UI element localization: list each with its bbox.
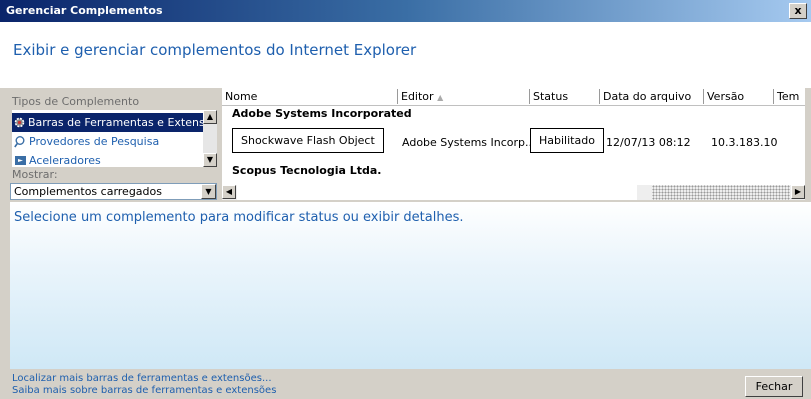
addon-type-search-providers[interactable]: Provedores de Pesquisa bbox=[12, 132, 203, 151]
group-header: Adobe Systems Incorporated bbox=[232, 107, 412, 120]
addon-type-toolbars-extensions[interactable]: Barras de Ferramentas e Extensões bbox=[12, 113, 217, 132]
addon-type-label: Provedores de Pesquisa bbox=[29, 135, 160, 148]
scroll-right-icon[interactable]: ▶ bbox=[791, 185, 805, 199]
close-icon[interactable]: x bbox=[789, 3, 807, 19]
addon-name-cell[interactable]: Shockwave Flash Object bbox=[232, 128, 384, 153]
sort-ascending-icon: ▲ bbox=[437, 93, 444, 102]
addon-date-cell: 12/07/13 08:12 bbox=[606, 136, 691, 149]
search-icon bbox=[13, 135, 27, 149]
addon-editor-cell: Adobe Systems Incorp... bbox=[402, 136, 536, 149]
group-header: Scopus Tecnologia Ltda. bbox=[232, 164, 382, 177]
addon-status-cell: Habilitado bbox=[530, 128, 604, 153]
header-panel: Exibir e gerenciar complementos do Inter… bbox=[0, 22, 811, 88]
gear-icon bbox=[13, 116, 26, 130]
scroll-up-icon[interactable]: ▲ bbox=[203, 110, 217, 124]
footer: Localizar mais barras de ferramentas e e… bbox=[0, 369, 811, 399]
show-label: Mostrar: bbox=[12, 168, 58, 181]
close-button[interactable]: Fechar bbox=[745, 376, 803, 397]
horizontal-scrollbar[interactable]: ◀ ▶ bbox=[222, 185, 805, 200]
table-header: Nome Editor ▲ Status Data do arquivo Ver… bbox=[222, 88, 805, 106]
show-filter-value: Complementos carregados bbox=[14, 185, 162, 198]
show-filter-select[interactable]: Complementos carregados ▼ bbox=[10, 183, 217, 200]
addon-types-list[interactable]: Barras de Ferramentas e Extensões Proved… bbox=[12, 110, 217, 167]
details-message: Selecione um complemento para modificar … bbox=[14, 210, 464, 225]
column-header-editor[interactable]: Editor ▲ bbox=[398, 90, 443, 103]
addons-table: Nome Editor ▲ Status Data do arquivo Ver… bbox=[222, 88, 805, 200]
column-header-status[interactable]: Status bbox=[530, 90, 568, 103]
addon-types-panel: Tipos de Complemento Barras de Ferrament… bbox=[0, 88, 222, 183]
column-header-date[interactable]: Data do arquivo bbox=[600, 90, 691, 103]
addon-type-label: Aceleradores bbox=[29, 154, 101, 167]
addon-type-label: Barras de Ferramentas e Extensões bbox=[28, 116, 217, 129]
find-more-toolbars-link[interactable]: Localizar mais barras de ferramentas e e… bbox=[12, 373, 272, 384]
addon-type-accelerators[interactable]: Aceleradores bbox=[12, 151, 203, 167]
chevron-down-icon[interactable]: ▼ bbox=[201, 184, 216, 199]
accelerator-icon bbox=[13, 154, 27, 168]
window-title: Gerenciar Complementos bbox=[6, 4, 163, 17]
column-header-version[interactable]: Versão bbox=[704, 90, 744, 103]
column-header-type[interactable]: Tem bbox=[774, 90, 799, 103]
column-header-name[interactable]: Nome bbox=[222, 90, 257, 103]
types-scrollbar[interactable]: ▲ ▼ bbox=[203, 110, 217, 167]
title-bar: Gerenciar Complementos x bbox=[0, 0, 811, 22]
learn-more-toolbars-link[interactable]: Saiba mais sobre barras de ferramentas e… bbox=[12, 385, 276, 396]
scroll-left-icon[interactable]: ◀ bbox=[222, 185, 236, 199]
details-pane: Selecione um complemento para modificar … bbox=[10, 202, 811, 369]
page-title: Exibir e gerenciar complementos do Inter… bbox=[13, 41, 417, 59]
addon-version-cell: 10.3.183.10 bbox=[711, 136, 778, 149]
addon-types-label: Tipos de Complemento bbox=[12, 95, 140, 108]
scroll-down-icon[interactable]: ▼ bbox=[203, 153, 217, 167]
scroll-thumb[interactable] bbox=[237, 185, 637, 200]
